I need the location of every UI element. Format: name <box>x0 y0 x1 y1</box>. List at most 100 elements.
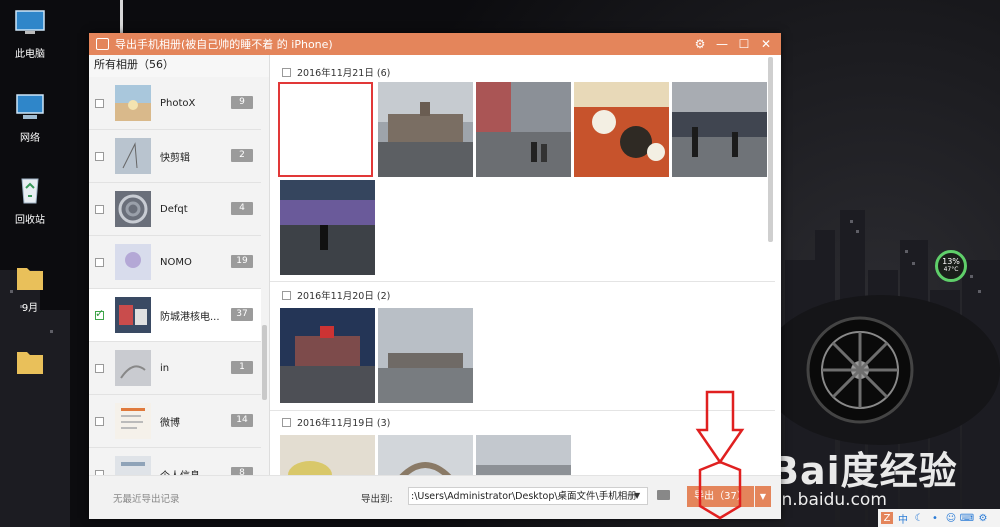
system-monitor-widget[interactable]: 13% 47°C <box>935 250 967 282</box>
baidu-watermark: Bai度经验 jingyan.baidu.com <box>730 440 958 510</box>
export-photos-window: 导出手机相册(被自己帅的睡不着 的 iPhone) ⚙ — ☐ ✕ 所有相册（5… <box>89 33 781 519</box>
all-albums-header[interactable]: 所有相册（56） <box>89 55 269 77</box>
album-checkbox[interactable] <box>95 98 104 108</box>
date-group-header[interactable]: 2016年11月20日 (2) <box>282 288 390 302</box>
sogou-icon[interactable]: Z <box>881 512 893 524</box>
car-silhouette <box>760 295 1000 445</box>
album-thumbnail <box>115 138 151 174</box>
desktop-icon-folder-2[interactable] <box>8 346 52 383</box>
album-item-fangchenggang[interactable]: 防城港核电... 37 <box>89 289 261 342</box>
maximize-button[interactable]: ☐ <box>733 37 755 51</box>
desktop-icon-network[interactable]: 网络 <box>8 92 52 144</box>
photo-thumbnail[interactable] <box>280 180 375 275</box>
folder-browse-icon[interactable] <box>657 490 670 500</box>
recycle-bin-icon <box>21 178 39 204</box>
album-thumbnail <box>115 191 151 227</box>
album-count-badge: 14 <box>231 414 253 427</box>
chevron-down-icon[interactable]: ▼ <box>634 491 640 500</box>
album-checkbox[interactable] <box>95 363 104 373</box>
no-recent-export-text: 无最近导出记录 <box>113 494 180 505</box>
export-footer: 无最近导出记录 导出到: :\Users\Administrator\Deskt… <box>89 475 781 519</box>
date-group-header[interactable]: 2016年11月19日 (3) <box>282 415 390 429</box>
export-button[interactable]: 导出（37） <box>687 486 754 507</box>
album-sidebar: 所有相册（56） PhotoX 9 快剪辑 2 Defqt 4 NOMO 19 … <box>89 55 270 475</box>
album-count-badge: 8 <box>231 467 253 475</box>
desktop-icon-label: 回收站 <box>15 215 45 226</box>
photo-grid-scrollbar[interactable] <box>768 57 773 242</box>
desktop-icon-label: 网络 <box>20 133 40 144</box>
group-date-label: 2016年11月21日 (6) <box>297 68 391 79</box>
album-checkbox[interactable] <box>95 416 104 426</box>
date-group-header[interactable]: 2016年11月21日 (6) <box>282 65 390 79</box>
photo-thumbnail[interactable] <box>378 435 473 475</box>
computer-icon <box>15 10 45 34</box>
desktop-icon-label: 此电脑 <box>15 49 45 60</box>
album-name: 微博 <box>160 417 180 429</box>
window-titlebar[interactable]: 导出手机相册(被自己帅的睡不着 的 iPhone) ⚙ — ☐ ✕ <box>89 33 781 55</box>
album-count-badge: 1 <box>231 361 253 374</box>
album-item-personal-info[interactable]: 个人信息 8 <box>89 448 261 475</box>
album-checkbox[interactable] <box>95 257 104 267</box>
album-item-kuaijianji[interactable]: 快剪辑 2 <box>89 130 261 183</box>
photo-grid: 2016年11月21日 (6) 2016年11月20日 (2) 2016年11月… <box>270 55 781 475</box>
sidebar-scrollbar[interactable] <box>262 325 267 400</box>
group-checkbox[interactable] <box>282 290 291 300</box>
group-separator <box>270 281 775 282</box>
desktop-icon-recycle-bin[interactable]: 回收站 <box>8 174 52 226</box>
export-path-field[interactable]: :\Users\Administrator\Desktop\桌面文件\手机相册 <box>408 487 648 505</box>
gear-icon[interactable]: ⚙ <box>977 512 989 524</box>
settings-icon[interactable]: ⚙ <box>689 37 711 51</box>
network-icon <box>16 94 44 119</box>
album-name: Defqt <box>160 203 188 215</box>
phone-app-icon <box>96 38 109 50</box>
album-name: 快剪辑 <box>160 152 190 164</box>
photo-thumbnail[interactable] <box>476 435 571 475</box>
ime-indicator[interactable]: 中 <box>897 512 909 526</box>
album-checkbox[interactable] <box>95 204 104 214</box>
watermark-brand: Bai度经验 <box>770 449 958 493</box>
group-checkbox[interactable] <box>282 417 291 427</box>
album-count-badge: 4 <box>231 202 253 215</box>
album-thumbnail <box>115 456 151 475</box>
close-button[interactable]: ✕ <box>755 37 777 51</box>
album-thumbnail <box>115 350 151 386</box>
album-item-nomo[interactable]: NOMO 19 <box>89 236 261 289</box>
album-count-badge: 9 <box>231 96 253 109</box>
desktop-icon-computer[interactable]: 此电脑 <box>8 8 52 60</box>
photo-thumbnail-selected[interactable] <box>278 82 373 177</box>
album-count-badge: 2 <box>231 149 253 162</box>
moon-icon[interactable]: ☾ <box>913 512 925 524</box>
keyboard-icon[interactable]: ⌨ <box>960 512 974 524</box>
photo-thumbnail[interactable] <box>672 82 767 177</box>
dot-icon[interactable]: • <box>929 512 941 524</box>
minimize-button[interactable]: — <box>711 37 733 51</box>
album-count-badge: 19 <box>231 255 253 268</box>
export-to-label: 导出到: <box>361 494 393 505</box>
group-date-label: 2016年11月19日 (3) <box>297 418 391 429</box>
photo-thumbnail[interactable] <box>378 308 473 403</box>
album-name: PhotoX <box>160 97 196 109</box>
export-dropdown-arrow[interactable]: ▼ <box>755 486 771 507</box>
album-item-weibo[interactable]: 微博 14 <box>89 395 261 448</box>
album-thumbnail <box>115 403 151 439</box>
photo-thumbnail[interactable] <box>280 435 375 475</box>
group-checkbox[interactable] <box>282 67 291 77</box>
desktop-icon-folder-september[interactable]: 9月 <box>8 262 52 314</box>
album-count-badge: 37 <box>231 308 253 321</box>
album-name: NOMO <box>160 256 192 268</box>
album-name: 个人信息 <box>160 467 230 476</box>
window-title: 导出手机相册(被自己帅的睡不着 的 iPhone) <box>115 38 333 51</box>
album-checkbox[interactable] <box>95 151 104 161</box>
album-item-photox[interactable]: PhotoX 9 <box>89 77 261 130</box>
album-item-in[interactable]: in 1 <box>89 342 261 395</box>
photo-thumbnail[interactable] <box>280 308 375 403</box>
widget-temperature: 47°C <box>943 265 959 273</box>
desktop-icon-label: 9月 <box>21 303 39 314</box>
album-checkbox-checked[interactable] <box>95 307 104 320</box>
album-item-defqt[interactable]: Defqt 4 <box>89 183 261 236</box>
photo-thumbnail[interactable] <box>476 82 571 177</box>
photo-thumbnail[interactable] <box>378 82 473 177</box>
album-thumbnail <box>115 297 151 333</box>
photo-thumbnail[interactable] <box>574 82 669 177</box>
emoji-icon[interactable]: ☺ <box>945 512 957 524</box>
